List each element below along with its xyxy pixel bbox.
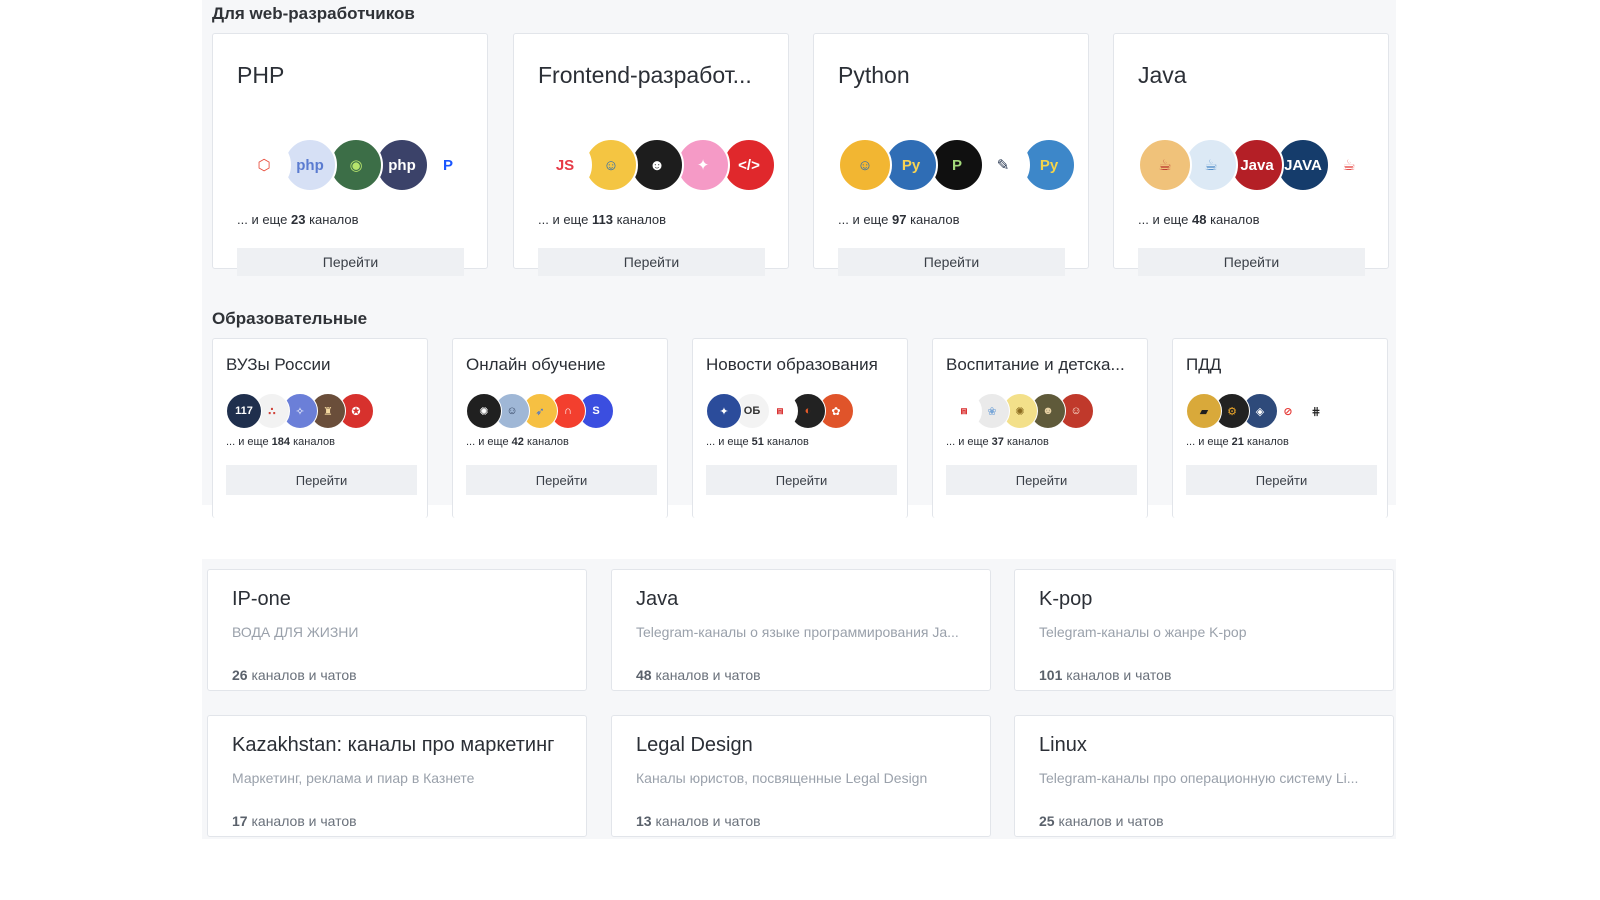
go-button[interactable]: Перейти (1186, 465, 1377, 495)
p-logo-icon: P (421, 138, 475, 192)
more-channels: ... и еще 113 каналов (538, 212, 667, 227)
card-title: Онлайн обучение (466, 355, 606, 374)
topic-title: IP-one (232, 588, 291, 610)
topic-count: 48 каналов и чатов (636, 667, 761, 683)
js-logo-icon: JS (538, 138, 592, 192)
more-channels: ... и еще 42 каналов (466, 436, 569, 448)
more-channels: ... и еще 97 каналов (838, 212, 960, 227)
p-black-logo-icon: P (930, 138, 984, 192)
topic-card-java[interactable]: Java Telegram-каналы о языке программиро… (611, 569, 991, 691)
truck-logo-icon: ▰ (1186, 393, 1222, 429)
more-channels: ... и еще 37 каналов (946, 436, 1049, 448)
java-book-icon: ☕ (1322, 138, 1376, 192)
go-button[interactable]: Перейти (706, 465, 897, 495)
topic-count: 101 каналов и чатов (1039, 667, 1172, 683)
topic-card-legal-design[interactable]: Legal Design Каналы юристов, посвященные… (611, 715, 991, 837)
more-channels: ... и еще 23 каналов (237, 212, 359, 227)
more-channels: ... и еще 184 каналов (226, 436, 335, 448)
laravel-logo-icon: ⬡ (237, 138, 291, 192)
category-card-universities[interactable]: ВУЗы России 117 ∴ ✧ ♜ ✪ ... и еще 184 канало… (212, 338, 428, 518)
channel-avatars: ⬡ php ◉ php P (237, 138, 475, 192)
category-card-parenting[interactable]: Воспитание и детска... ⩎ ❀ ✺ ☻ ☺ ... и еще 3… (932, 338, 1148, 518)
section-title-web: Для web-разработчиков (212, 4, 415, 23)
channel-avatars: ☕ ☕ Java JAVA ☕ (1138, 138, 1376, 192)
section-title-edu: Образовательные (212, 309, 368, 328)
card-title: Воспитание и детска... (946, 355, 1125, 374)
channel-avatars: ▰ ⚙ ◈ ⊘ ⋕ (1186, 393, 1334, 429)
topic-card-ip-one[interactable]: IP-one ВОДА ДЛЯ ЖИЗНИ 26 каналов и чатов (207, 569, 587, 691)
java-logo-red-icon: Java (1230, 138, 1284, 192)
more-channels: ... и еще 21 каналов (1186, 436, 1289, 448)
cartoon-avatar-icon: ☺ (584, 138, 638, 192)
cartoon-person-icon: ☺ (838, 138, 892, 192)
category-card-python[interactable]: Python ☺ Py P ✎ Py ... и еще 97 каналов Пере… (813, 33, 1089, 276)
topic-title: Linux (1039, 734, 1087, 756)
channel-avatars: ⩎ ❀ ✺ ☻ ☺ (946, 393, 1094, 429)
channel-avatars: ✺ ☺ ➶ ∩ S (466, 393, 614, 429)
topic-card-kpop[interactable]: K-pop Telegram-каналы о жанре K-pop 101 … (1014, 569, 1394, 691)
channel-avatars: 117 ∴ ✧ ♜ ✪ (226, 393, 374, 429)
go-button[interactable]: Перейти (538, 248, 765, 276)
topic-title: Kazakhstan: каналы про маркетинг (232, 734, 555, 756)
sketch-figure-icon: ✎ (976, 138, 1030, 192)
channel-avatars: ☺ Py P ✎ Py (838, 138, 1076, 192)
card-title: Java (1138, 62, 1187, 88)
topic-count: 13 каналов и чатов (636, 813, 761, 829)
more-channels: ... и еще 48 каналов (1138, 212, 1260, 227)
openai-logo-icon: ✺ (466, 393, 502, 429)
go-button[interactable]: Перейти (237, 248, 464, 276)
117-logo-icon: 117 (226, 393, 262, 429)
topic-description: Каналы юристов, посвященные Legal Design (636, 770, 928, 786)
go-button[interactable]: Перейти (466, 465, 657, 495)
figma-logo-icon: ✦ (676, 138, 730, 192)
channel-avatars: JS ☺ ☻ ✦ </> (538, 138, 776, 192)
php-community-logo-icon: ◉ (329, 138, 383, 192)
go-button[interactable]: Перейти (946, 465, 1137, 495)
channel-avatars: ✦ ОБ ⩎ ◐ ✿ (706, 393, 854, 429)
topic-card-linux[interactable]: Linux Telegram-каналы про операционную с… (1014, 715, 1394, 837)
card-title: Frontend-разработ... (538, 62, 752, 88)
topic-description: Telegram-каналы о жанре K-pop (1039, 624, 1247, 640)
topic-title: Legal Design (636, 734, 753, 756)
topic-count: 26 каналов и чатов (232, 667, 357, 683)
code-tag-logo-icon: </> (722, 138, 776, 192)
go-button[interactable]: Перейти (226, 465, 417, 495)
arch-logo-icon: ⩎ (946, 393, 982, 429)
category-card-java[interactable]: Java ☕ ☕ Java JAVA ☕ ... и еще 48 каналов Пе… (1113, 33, 1389, 276)
python-logo-icon: Py (884, 138, 938, 192)
php-logo-icon: php (283, 138, 337, 192)
topic-card-kazakhstan-marketing[interactable]: Kazakhstan: каналы про маркетинг Маркети… (207, 715, 587, 837)
topic-count: 25 каналов и чатов (1039, 813, 1164, 829)
topic-description: Telegram-каналы про операционную систему… (1039, 770, 1359, 786)
topic-description: ВОДА ДЛЯ ЖИЗНИ (232, 624, 359, 640)
category-card-php[interactable]: PHP ⬡ php ◉ php P ... и еще 23 каналов Перей… (212, 33, 488, 276)
go-button[interactable]: Перейти (1138, 248, 1365, 276)
topic-description: Маркетинг, реклама и пиар в Казнете (232, 770, 475, 786)
coffee-cup-icon: ☕ (1138, 138, 1192, 192)
card-title: ВУЗы России (226, 355, 331, 374)
php-logo-dark-icon: php (375, 138, 429, 192)
card-title: ПДД (1186, 355, 1222, 374)
category-card-traffic-rules[interactable]: ПДД ▰ ⚙ ◈ ⊘ ⋕ ... и еще 21 каналов Перейти (1172, 338, 1388, 518)
topic-count: 17 каналов и чатов (232, 813, 357, 829)
card-title: Python (838, 62, 910, 88)
java-logo-light-icon: ☕ (1184, 138, 1238, 192)
category-card-online-learning[interactable]: Онлайн обучение ✺ ☺ ➶ ∩ S ... и еще 42 канал… (452, 338, 668, 518)
python-logo-2-icon: Py (1022, 138, 1076, 192)
go-button[interactable]: Перейти (838, 248, 1065, 276)
java-logo-dark-icon: JAVA (1276, 138, 1330, 192)
topic-title: Java (636, 588, 679, 610)
card-title: PHP (237, 62, 285, 88)
category-card-education-news[interactable]: Новости образования ✦ ОБ ⩎ ◐ ✿ ... и еще 51 … (692, 338, 908, 518)
category-card-frontend[interactable]: Frontend-разработ... JS ☺ ☻ ✦ </> ... и еще … (513, 33, 789, 276)
topic-title: K-pop (1039, 588, 1093, 610)
more-channels: ... и еще 51 каналов (706, 436, 809, 448)
topic-description: Telegram-каналы о языке программирования… (636, 624, 959, 640)
card-title: Новости образования (706, 355, 878, 374)
russian-emblem-icon: ✦ (706, 393, 742, 429)
bearded-man-logo-icon: ☻ (630, 138, 684, 192)
